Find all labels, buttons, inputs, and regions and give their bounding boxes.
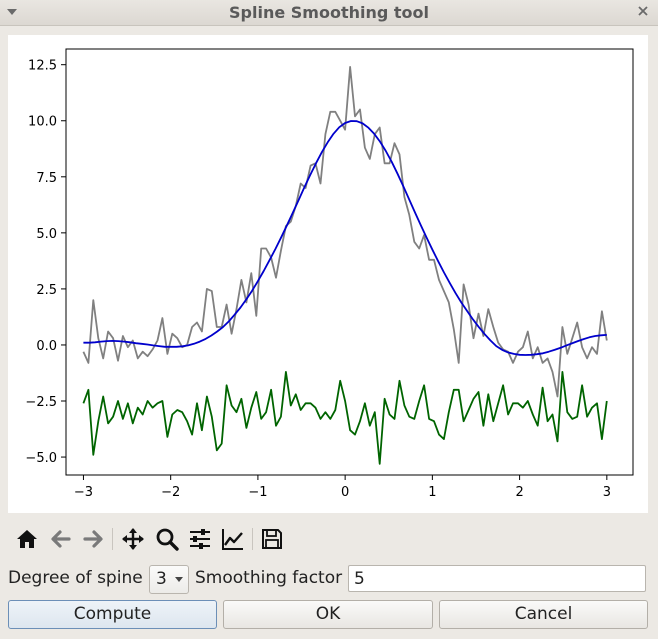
back-button[interactable] — [47, 524, 75, 554]
ok-button[interactable]: OK — [223, 600, 433, 629]
zoom-button[interactable] — [153, 524, 181, 554]
y-tick-label: −2.5 — [25, 395, 57, 410]
back-arrow-icon — [51, 530, 71, 548]
toolbar-separator — [252, 528, 253, 550]
save-icon — [262, 529, 282, 549]
forward-arrow-icon — [83, 530, 103, 548]
configure-subplots-button[interactable] — [186, 524, 214, 554]
close-icon[interactable] — [636, 4, 650, 18]
cancel-button[interactable]: Cancel — [439, 600, 648, 629]
y-tick-label: 12.5 — [28, 59, 57, 74]
degree-value: 3 — [156, 569, 167, 589]
plot-frame — [65, 48, 634, 476]
y-tick-label: 0.0 — [36, 339, 57, 354]
title-bar: Spline Smoothing tool — [0, 0, 658, 26]
pan-button[interactable] — [119, 524, 147, 554]
y-tick-label: 7.5 — [36, 171, 57, 186]
x-tick-label: 1 — [428, 485, 436, 500]
subplots-config-icon — [190, 529, 210, 549]
series-layer — [82, 65, 608, 465]
window-title: Spline Smoothing tool — [229, 3, 429, 22]
home-icon — [17, 530, 37, 548]
edit-curves-icon — [222, 529, 243, 550]
x-tick-label: −2 — [161, 485, 180, 500]
pan-icon — [122, 528, 144, 550]
smoothing-factor-input[interactable] — [348, 565, 646, 592]
forward-button[interactable] — [79, 524, 107, 554]
smoothing-label: Smoothing factor — [195, 568, 343, 588]
degree-label: Degree of spine — [8, 568, 143, 588]
x-axis: −3 −2 −1 0 1 2 3 — [74, 475, 611, 500]
x-tick-label: −1 — [248, 485, 267, 500]
compute-button[interactable]: Compute — [8, 600, 217, 629]
x-tick-label: −3 — [74, 485, 93, 500]
zoom-icon — [156, 528, 179, 551]
y-tick-label: 5.0 — [36, 227, 57, 242]
toolbar-separator — [112, 528, 113, 550]
series-line-2 — [82, 370, 608, 465]
chevron-down-icon — [175, 577, 183, 582]
save-button[interactable] — [258, 524, 286, 554]
home-button[interactable] — [13, 524, 41, 554]
x-tick-label: 3 — [603, 485, 611, 500]
degree-select[interactable]: 3 — [149, 565, 189, 594]
y-tick-label: −5.0 — [25, 451, 57, 466]
plot-canvas[interactable]: −3 −2 −1 0 1 2 3 −5.0 −2.5 0.0 2.5 5.0 7.5 10.0 12.5 — [8, 35, 648, 513]
y-tick-label: 10.0 — [28, 115, 57, 130]
edit-curves-button[interactable] — [219, 524, 247, 554]
chart-svg: −3 −2 −1 0 1 2 3 −5.0 −2.5 0.0 2.5 5.0 7.5 10.0 12.5 — [25, 48, 634, 500]
y-tick-label: 2.5 — [36, 283, 57, 298]
x-tick-label: 0 — [341, 485, 349, 500]
x-tick-label: 2 — [515, 485, 523, 500]
y-axis: −5.0 −2.5 0.0 2.5 5.0 7.5 10.0 12.5 — [25, 59, 66, 466]
